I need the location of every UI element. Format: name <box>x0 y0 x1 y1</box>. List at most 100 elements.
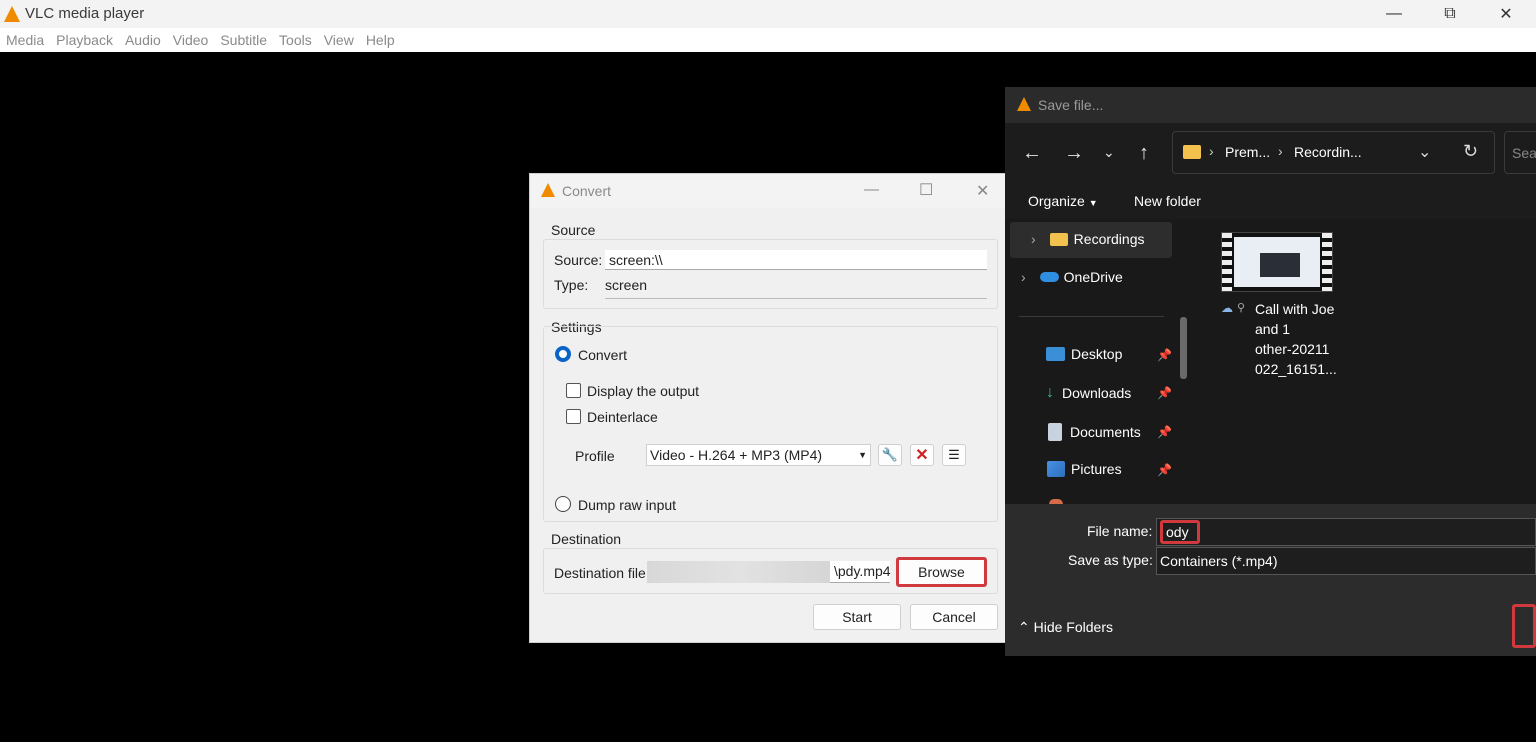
sidebar-item-pictures[interactable]: Pictures <box>1047 461 1122 477</box>
address-bar[interactable]: › Prem... › Recordin... ⌄ ↻ <box>1172 131 1495 174</box>
destination-label: Destination file: <box>554 565 650 581</box>
menu-view[interactable]: View <box>324 32 354 48</box>
document-icon <box>1048 423 1062 441</box>
pin-icon: 📌 <box>1157 348 1172 362</box>
file-name-input[interactable]: ody <box>1156 518 1536 546</box>
convert-titlebar: Convert — ☐ ✕ <box>530 174 1007 208</box>
sidebar-item-label: OneDrive <box>1063 269 1123 285</box>
vlc-logo-icon <box>4 6 20 22</box>
file-name-value: ody <box>1160 520 1200 544</box>
file-name-line: Call with Joe <box>1255 301 1335 317</box>
sidebar-item-onedrive[interactable]: › OneDrive <box>1021 269 1123 285</box>
destination-group: Destination file: \pdy.mp4 Browse <box>543 548 998 594</box>
sidebar-item-label: Pictures <box>1071 461 1122 477</box>
new-profile-button[interactable]: ☰ <box>942 444 966 466</box>
vlc-titlebar: VLC media player — ⧉ ✕ <box>0 0 1536 28</box>
film-strip-left <box>1222 233 1232 291</box>
refresh-icon[interactable]: ↻ <box>1463 141 1478 162</box>
sidebar-item-desktop[interactable]: Desktop <box>1046 346 1122 362</box>
sidebar-divider <box>1019 316 1164 317</box>
start-button[interactable]: Start <box>813 604 901 630</box>
sidebar-item-documents[interactable]: Documents <box>1048 423 1141 441</box>
convert-title: Convert <box>562 183 612 199</box>
menu-help[interactable]: Help <box>366 32 395 48</box>
breadcrumb-prem[interactable]: Prem... <box>1225 144 1270 160</box>
delete-profile-button[interactable]: ✕ <box>910 444 934 466</box>
edit-profile-button[interactable]: 🔧 <box>878 444 902 466</box>
breadcrumb-separator-icon: › <box>1278 143 1283 159</box>
convert-minimize-button[interactable]: — <box>864 181 879 198</box>
convert-close-button[interactable]: ✕ <box>976 181 989 201</box>
thumbnail-dark-panel <box>1260 253 1300 277</box>
menu-tools[interactable]: Tools <box>279 32 312 48</box>
menu-subtitle[interactable]: Subtitle <box>220 32 267 48</box>
hide-folders-button[interactable]: ⌃ Hide Folders <box>1018 619 1113 636</box>
save-title: Save file... <box>1038 97 1104 113</box>
save-as-type-label: Save as type: <box>1068 552 1153 568</box>
file-name-line: other-20211 <box>1255 341 1330 357</box>
sidebar-item-downloads[interactable]: ↓ Downloads <box>1046 384 1131 402</box>
pin-icon: 📌 <box>1157 463 1172 477</box>
pin-icon: 📌 <box>1157 386 1172 400</box>
breadcrumb-recordings[interactable]: Recordin... <box>1294 144 1362 160</box>
organize-label: Organize <box>1028 193 1085 209</box>
close-button[interactable]: ✕ <box>1478 0 1534 28</box>
browse-button[interactable]: Browse <box>896 557 987 587</box>
convert-dialog: Convert — ☐ ✕ Source Source: screen:\\ T… <box>529 173 1008 643</box>
menu-playback[interactable]: Playback <box>56 32 113 48</box>
cancel-button[interactable]: Cancel <box>910 604 998 630</box>
vlc-menubar: Media Playback Audio Video Subtitle Tool… <box>0 28 1536 52</box>
menu-media[interactable]: Media <box>6 32 44 48</box>
convert-radio[interactable] <box>555 346 571 362</box>
search-box[interactable]: Sea <box>1504 131 1536 174</box>
wrench-icon: 🔧 <box>881 447 899 462</box>
file-item-name[interactable]: Call with Joe and 1 other-20211 022_1615… <box>1255 299 1337 379</box>
display-output-label: Display the output <box>587 383 700 399</box>
convert-radio-label: Convert <box>578 347 628 363</box>
source-input[interactable]: screen:\\ <box>605 250 987 270</box>
sidebar-item-label: Downloads <box>1062 385 1132 401</box>
thumbnail-preview <box>1234 237 1320 287</box>
type-divider <box>605 298 987 299</box>
file-list: ☁ ⚲ Call with Joe and 1 other-20211 022_… <box>1195 219 1536 504</box>
address-dropdown-icon[interactable]: ⌄ <box>1418 142 1431 162</box>
menu-audio[interactable]: Audio <box>125 32 161 48</box>
menu-video[interactable]: Video <box>173 32 209 48</box>
deinterlace-checkbox[interactable] <box>566 409 581 424</box>
new-folder-button[interactable]: New folder <box>1134 193 1201 209</box>
source-group: Source: screen:\\ Type: screen <box>543 239 998 309</box>
video-thumbnail[interactable] <box>1221 232 1333 292</box>
pin-icon: 📌 <box>1157 425 1172 439</box>
film-strip-right <box>1322 233 1332 291</box>
back-arrow-icon[interactable]: ← <box>1022 142 1042 165</box>
chevron-up-icon: ⌃ <box>1018 619 1030 635</box>
save-button-highlight[interactable] <box>1512 604 1536 648</box>
file-name-line: 022_16151... <box>1255 361 1337 377</box>
up-arrow-icon[interactable]: ↑ <box>1139 142 1149 165</box>
forward-arrow-icon[interactable]: → <box>1064 142 1084 165</box>
file-name-line: and 1 <box>1255 321 1291 337</box>
save-as-type-select[interactable]: Containers (*.mp4) <box>1156 547 1536 575</box>
pictures-icon <box>1047 461 1065 477</box>
restore-button[interactable]: ⧉ <box>1422 0 1478 28</box>
dump-raw-radio[interactable] <box>555 496 571 512</box>
vlc-window-title: VLC media player <box>25 5 145 22</box>
navigation-pane: › Recordings › OneDrive Desktop 📌 ↓ Down… <box>1005 219 1195 504</box>
display-output-checkbox[interactable] <box>566 383 581 398</box>
sidebar-scrollbar[interactable] <box>1180 317 1187 379</box>
folder-icon <box>1183 145 1201 159</box>
save-titlebar: Save file... <box>1005 87 1536 123</box>
dropdown-arrow-icon: ▼ <box>858 450 867 460</box>
recent-dropdown-icon[interactable]: ⌄ <box>1103 144 1115 161</box>
type-label: Type: <box>554 277 589 293</box>
type-value: screen <box>605 277 648 293</box>
profile-select[interactable]: Video - H.264 + MP3 (MP4) ▼ <box>646 444 871 466</box>
minimize-button[interactable]: — <box>1366 0 1422 28</box>
sidebar-item-recordings[interactable]: › Recordings <box>1031 231 1145 247</box>
organize-button[interactable]: Organize ▼ <box>1028 193 1098 209</box>
settings-group: Convert Display the output Deinterlace P… <box>543 326 998 522</box>
convert-maximize-button[interactable]: ☐ <box>919 180 933 200</box>
destination-input[interactable]: \pdy.mp4 <box>830 561 891 583</box>
dropdown-arrow-icon: ▼ <box>1088 198 1098 208</box>
vlc-cone-icon <box>541 183 555 197</box>
